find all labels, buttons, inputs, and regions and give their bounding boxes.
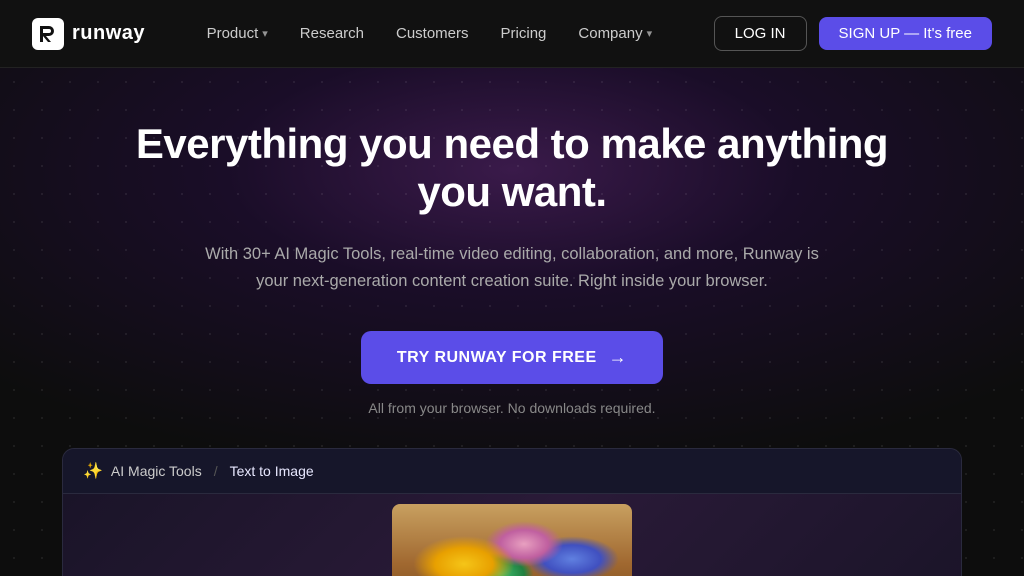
flowers-image bbox=[392, 504, 632, 576]
demo-section-label: AI Magic Tools bbox=[111, 463, 202, 479]
arrow-icon: → bbox=[609, 347, 628, 368]
nav-item-pricing[interactable]: Pricing bbox=[489, 17, 559, 50]
cta-button[interactable]: TRY RUNWAY FOR FREE → bbox=[361, 331, 663, 384]
nav-item-product[interactable]: Product ▾ bbox=[195, 17, 280, 50]
logo-icon bbox=[32, 18, 64, 50]
nav-actions: LOG IN SIGN UP — It's free bbox=[714, 16, 992, 51]
login-button[interactable]: LOG IN bbox=[714, 16, 807, 51]
magic-icon: ✨ bbox=[83, 461, 103, 481]
demo-body bbox=[63, 494, 961, 576]
chevron-down-icon: ▾ bbox=[647, 27, 653, 40]
hero-title: Everything you need to make anything you… bbox=[102, 120, 922, 217]
chevron-down-icon: ▾ bbox=[262, 27, 268, 40]
cta-label: TRY RUNWAY FOR FREE bbox=[397, 349, 597, 367]
demo-section: ✨ AI Magic Tools / Text to Image bbox=[62, 448, 962, 576]
nav-item-customers[interactable]: Customers bbox=[384, 17, 481, 50]
nav-item-company[interactable]: Company ▾ bbox=[566, 17, 664, 50]
logo-text: runway bbox=[72, 22, 145, 45]
navbar: runway Product ▾ Research Customers Pric… bbox=[0, 0, 1024, 68]
hero-note: All from your browser. No downloads requ… bbox=[368, 400, 655, 416]
demo-header: ✨ AI Magic Tools / Text to Image bbox=[63, 449, 961, 494]
demo-active-tool: Text to Image bbox=[230, 463, 314, 479]
nav-links: Product ▾ Research Customers Pricing Com… bbox=[195, 17, 665, 50]
demo-divider: / bbox=[214, 463, 218, 479]
hero-subtitle: With 30+ AI Magic Tools, real-time video… bbox=[202, 241, 822, 295]
logo[interactable]: runway bbox=[32, 18, 145, 50]
demo-image bbox=[392, 504, 632, 576]
nav-item-research[interactable]: Research bbox=[288, 17, 376, 50]
hero-section: Everything you need to make anything you… bbox=[0, 68, 1024, 576]
signup-button[interactable]: SIGN UP — It's free bbox=[819, 17, 992, 50]
hero-content: Everything you need to make anything you… bbox=[0, 68, 1024, 576]
